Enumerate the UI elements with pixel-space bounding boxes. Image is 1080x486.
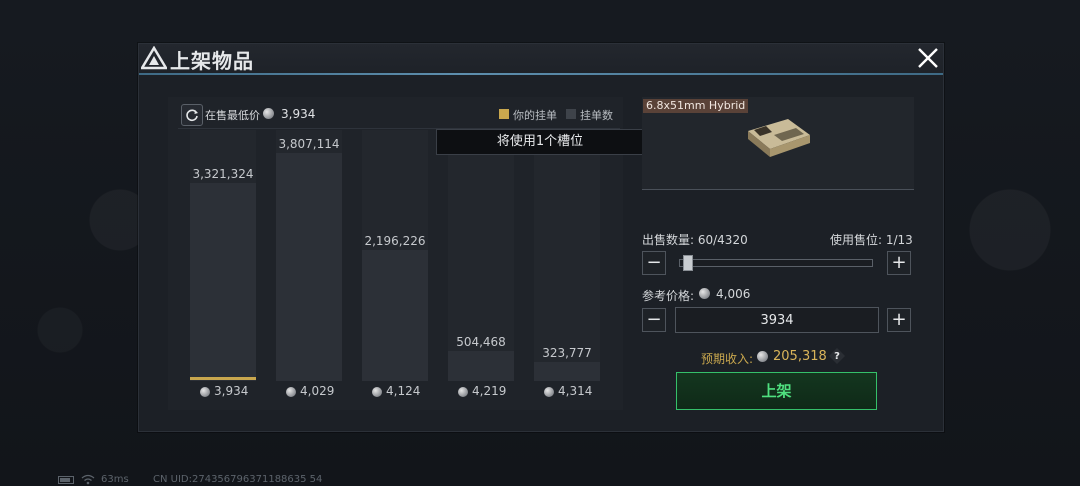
quantity-increase-button[interactable]: +: [887, 251, 911, 275]
quantity-decrease-button[interactable]: −: [642, 251, 666, 275]
expected-income-value: 205,318: [773, 349, 827, 364]
coin-icon: [458, 386, 468, 397]
ping-value: 63ms: [101, 474, 129, 485]
close-icon[interactable]: [915, 45, 941, 71]
help-icon[interactable]: ?: [829, 348, 845, 364]
wifi-icon: [81, 474, 95, 485]
price-tick-label: 4,219: [458, 384, 506, 398]
user-uid: CN UID:274356796371188635 54: [153, 474, 323, 485]
reference-price-label: 参考价格:: [642, 289, 695, 303]
coin-icon: [286, 386, 296, 397]
sell-quantity-label: 出售数量: 60/4320: [642, 233, 748, 247]
price-input[interactable]: [675, 307, 879, 333]
price-tick-label: 3,934: [200, 384, 248, 398]
coin-icon: [699, 288, 710, 299]
dialog-title: 上架物品: [170, 49, 254, 73]
list-for-sale-button[interactable]: 上架: [676, 372, 877, 410]
legend-my-listing: 你的挂单: [513, 109, 557, 122]
price-decrease-button[interactable]: −: [642, 308, 666, 332]
bar-value-label: 323,777: [542, 346, 592, 360]
slot-usage-label: 使用售位: 1/13: [830, 233, 913, 247]
bar-value-label: 2,196,226: [364, 234, 426, 248]
bar-value-label: 3,807,114: [278, 137, 340, 151]
item-name: 6.8x51mm Hybrid: [643, 99, 749, 113]
header-divider: [139, 73, 943, 75]
chart-bar: [276, 153, 342, 381]
bar-value-label: 3,321,324: [192, 167, 254, 181]
bar-value-label: 504,468: [456, 335, 506, 349]
legend-mine-swatch: [499, 109, 509, 119]
coin-icon: [200, 386, 210, 397]
refresh-button[interactable]: [181, 104, 203, 126]
refresh-icon: [186, 109, 198, 122]
dialog-header: 上架物品: [139, 44, 943, 74]
quantity-slider-track[interactable]: [679, 259, 873, 267]
quantity-slider-thumb[interactable]: [683, 255, 693, 271]
reference-price-value: 4,006: [716, 287, 751, 301]
battery-icon: [58, 476, 74, 484]
legend-count-swatch: [566, 109, 576, 119]
ammo-box-icon: [748, 119, 810, 157]
price-tick-label: 4,124: [372, 384, 420, 398]
my-listing-marker: [190, 377, 256, 380]
coin-icon: [544, 386, 554, 397]
chart-bar: [448, 351, 514, 381]
chart-bar: [190, 183, 256, 381]
lowest-price-label: 在售最低价: [205, 109, 260, 122]
price-tick-label: 4,314: [544, 384, 592, 398]
slot-usage-tooltip: 将使用1个槽位: [436, 129, 644, 155]
expected-income-label: 预期收入:: [701, 352, 754, 366]
chart-bar: [534, 362, 600, 381]
coin-icon: [372, 386, 382, 397]
chart-bar: [362, 250, 428, 381]
chart-column[interactable]: [534, 130, 600, 381]
coin-icon: [757, 351, 768, 362]
lowest-price-value: 3,934: [281, 107, 316, 121]
price-tick-label: 4,029: [286, 384, 334, 398]
delta-logo-icon: [141, 46, 167, 70]
coin-icon: [263, 108, 274, 119]
legend-listing-count: 挂单数: [580, 109, 613, 122]
help-glyph: ?: [834, 350, 840, 362]
price-increase-button[interactable]: +: [887, 308, 911, 332]
